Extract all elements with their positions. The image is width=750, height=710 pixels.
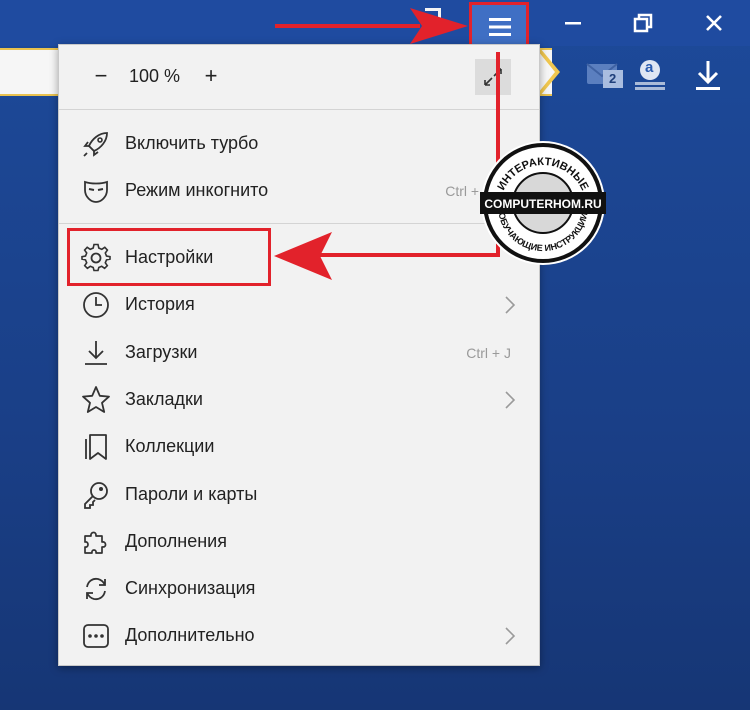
watermark-stamp: ИНТЕРАКТИВНЫЕ COMPUTERHOM.RU ОБУЧАЮЩИЕ И… [480, 141, 606, 265]
arrow-to-settings-line [320, 52, 500, 257]
watermark-middle-text: COMPUTERHOM.RU [484, 197, 601, 211]
annotation-arrows [274, 8, 500, 280]
